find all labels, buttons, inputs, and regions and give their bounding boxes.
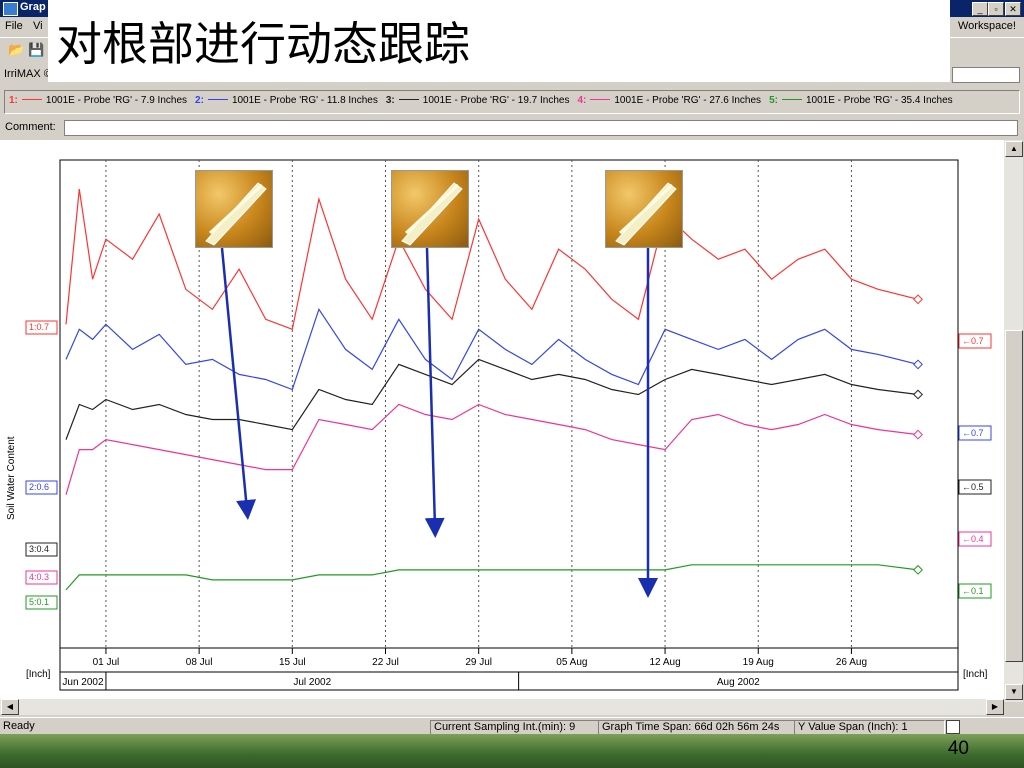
month-label: Jul 2002: [293, 677, 331, 688]
right-value-label: ←0.4: [962, 534, 984, 544]
menu-view[interactable]: Vi: [33, 20, 43, 32]
open-folder-icon[interactable]: 📂: [8, 42, 24, 58]
root-tip-icon: [401, 182, 463, 246]
legend-number: 5:: [769, 95, 778, 106]
database-icon: [946, 720, 960, 734]
x-tick-label: 22 Jul: [372, 657, 399, 668]
x-tick-label: 01 Jul: [93, 657, 120, 668]
scroll-up-button[interactable]: ▲: [1005, 141, 1023, 157]
root-tip-icon: [615, 182, 677, 246]
left-value-label: 1:0.7: [29, 322, 49, 332]
legend-swatch: [21, 99, 42, 100]
legend-number: 2:: [195, 95, 204, 106]
x-tick-label: 19 Aug: [743, 657, 774, 668]
legend-bar: 1: 1001E - Probe 'RG' - 7.9 Inches 2: 1001E…: [4, 90, 1020, 114]
legend-swatch: [207, 99, 228, 100]
status-yspan: Y Value Span (Inch): 1: [794, 720, 945, 735]
x-unit-left: [Inch]: [26, 669, 51, 680]
menu-workspace[interactable]: Workspace!: [958, 20, 1016, 32]
left-value-label: 4:0.3: [29, 572, 49, 582]
right-value-label: ←0.1: [962, 586, 984, 596]
save-icon[interactable]: 💾: [28, 42, 44, 58]
right-value-label: ←0.5: [962, 482, 984, 492]
right-value-label: ←0.7: [962, 428, 984, 438]
vertical-scrollbar[interactable]: ▲ ▼: [1004, 140, 1023, 702]
legend-swatch: [398, 99, 419, 100]
x-tick-label: 08 Jul: [186, 657, 213, 668]
soil-water-chart: Soil Water Content [Inch] [Inch] 1:0.7 2:…: [6, 159, 992, 691]
x-tick-label: 05 Aug: [556, 657, 587, 668]
close-button[interactable]: ✕: [1005, 2, 1021, 16]
left-value-label: 3:0.4: [29, 544, 49, 554]
x-tick-label: 12 Aug: [649, 657, 680, 668]
app-icon: [3, 2, 18, 16]
scroll-left-button[interactable]: ◀: [1, 699, 19, 715]
left-value-label: 2:0.6: [29, 482, 49, 492]
horizontal-scrollbar[interactable]: ◀ ▶: [0, 699, 1004, 715]
status-ready: Ready: [3, 720, 35, 732]
status-sampling: Current Sampling Int.(min): 9: [430, 720, 599, 735]
legend-entry: 2: 1001E - Probe 'RG' - 11.8 Inches: [195, 95, 378, 106]
window-title: Grap: [20, 1, 46, 13]
minimize-button[interactable]: _: [972, 2, 988, 16]
slide-footer: [0, 734, 1024, 768]
plot-window: Soil Water Content [Inch] [Inch] 1:0.7 2:…: [0, 140, 1004, 702]
root-image: [195, 170, 273, 248]
comment-label: Comment:: [5, 121, 56, 133]
probe-label: IrriMAX ©: [4, 68, 52, 80]
legend-label: 1001E - Probe 'RG' - 11.8 Inches: [231, 95, 378, 106]
comment-input[interactable]: [64, 120, 1018, 136]
y-axis-label: Soil Water Content: [6, 436, 17, 520]
legend-entries: 1: 1001E - Probe 'RG' - 7.9 Inches 2: 1001E…: [9, 95, 961, 106]
month-label: Aug 2002: [717, 677, 760, 688]
status-bar: Ready Current Sampling Int.(min): 9 Grap…: [0, 717, 1024, 735]
left-value-label: 5:0.1: [29, 597, 49, 607]
probe-selector[interactable]: [952, 67, 1020, 83]
right-value-label: ←0.7: [962, 336, 984, 346]
scroll-down-button[interactable]: ▼: [1005, 684, 1023, 700]
legend-label: 1001E - Probe 'RG' - 7.9 Inches: [45, 95, 188, 106]
restore-button[interactable]: ▫: [988, 2, 1004, 16]
root-image: [605, 170, 683, 248]
x-tick-label: 15 Jul: [279, 657, 306, 668]
legend-label: 1001E - Probe 'RG' - 19.7 Inches: [422, 95, 570, 106]
legend-swatch: [781, 99, 802, 100]
legend-swatch: [590, 99, 611, 100]
x-tick-label: 26 Aug: [836, 657, 867, 668]
slide-page-number: 40: [947, 738, 969, 759]
x-unit-right: [Inch]: [963, 669, 988, 680]
comment-bar: Comment:: [0, 117, 1024, 139]
legend-entry: 4: 1001E - Probe 'RG' - 27.6 Inches: [577, 95, 761, 106]
slide-title: 对根部进行动态跟踪: [56, 17, 470, 71]
status-timespan: Graph Time Span: 66d 02h 56m 24s: [598, 720, 795, 735]
month-label: Jun 2002: [62, 677, 104, 688]
scroll-right-button[interactable]: ▶: [986, 699, 1004, 715]
legend-entry: 1: 1001E - Probe 'RG' - 7.9 Inches: [9, 95, 187, 106]
legend-entry: 3: 1001E - Probe 'RG' - 19.7 Inches: [386, 95, 570, 106]
x-tick-label: 29 Jul: [465, 657, 492, 668]
menu-file[interactable]: File: [5, 20, 23, 32]
scroll-thumb[interactable]: [1005, 330, 1023, 662]
legend-label: 1001E - Probe 'RG' - 27.6 Inches: [614, 95, 762, 106]
legend-number: 4:: [577, 95, 587, 106]
root-image: [391, 170, 469, 248]
root-tip-icon: [205, 182, 267, 246]
legend-entry: 5: 1001E - Probe 'RG' - 35.4 Inches: [769, 95, 953, 106]
legend-number: 1:: [9, 95, 18, 106]
legend-number: 3:: [385, 95, 395, 106]
legend-label: 1001E - Probe 'RG' - 35.4 Inches: [805, 95, 953, 106]
